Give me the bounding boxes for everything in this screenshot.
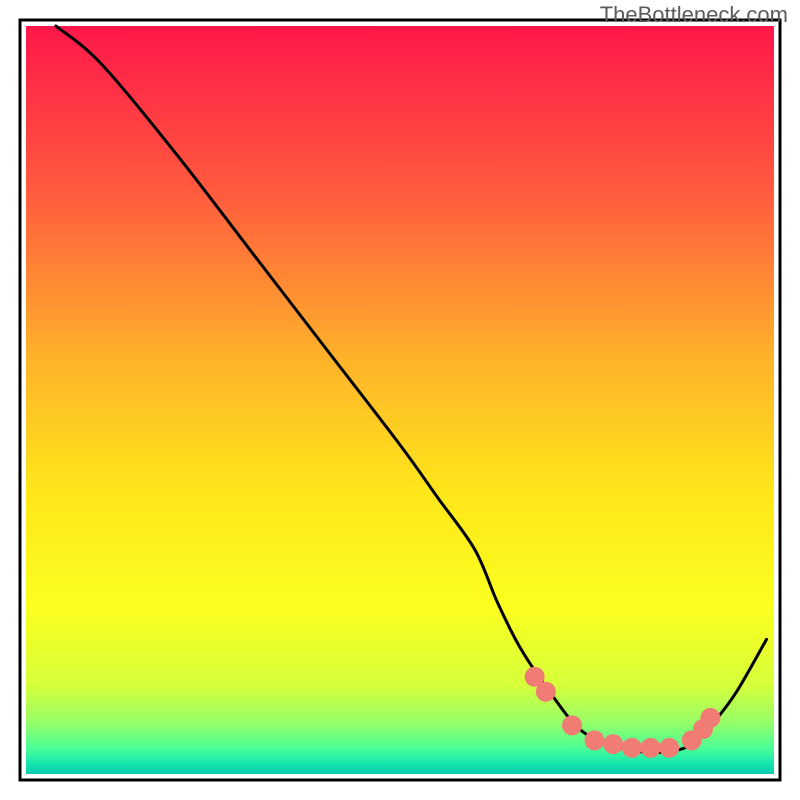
watermark-text: TheBottleneck.com [600, 2, 788, 28]
chart-container: TheBottleneck.com [0, 0, 800, 800]
chart-svg [0, 0, 800, 800]
